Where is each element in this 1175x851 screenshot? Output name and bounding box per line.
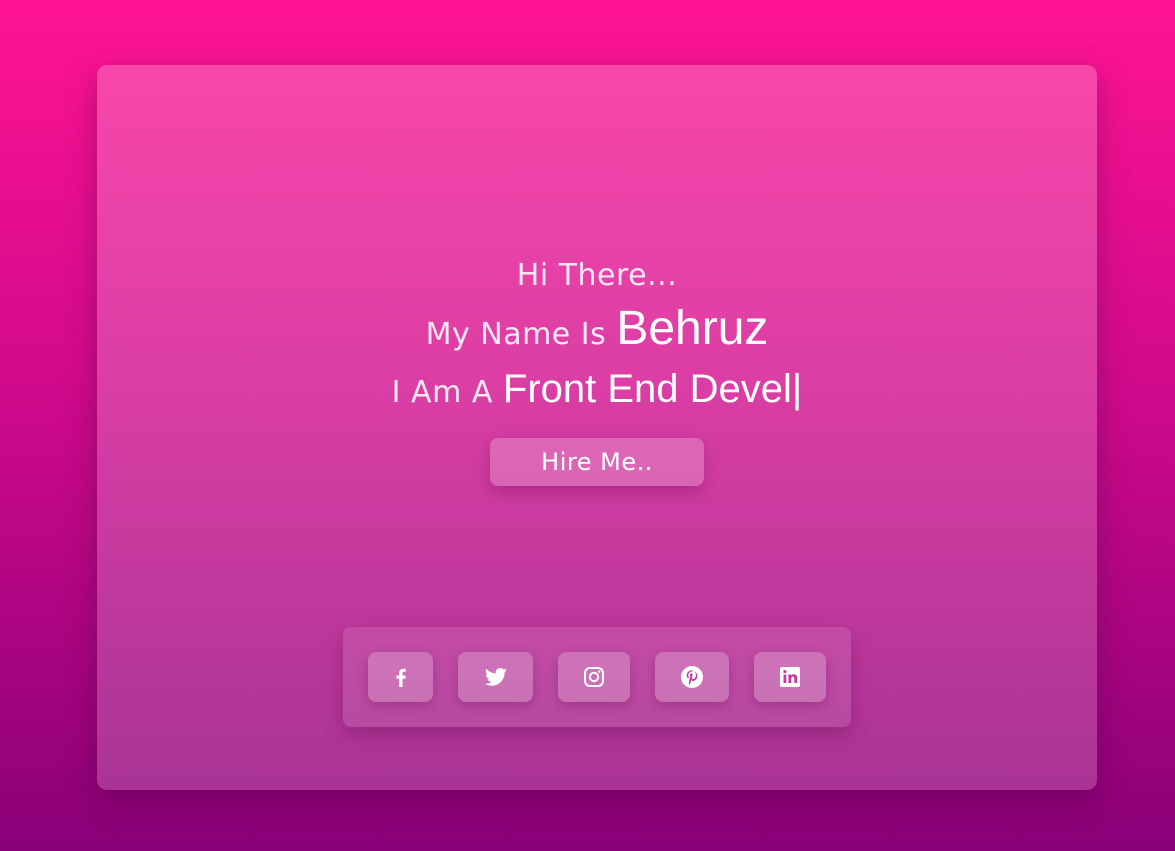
twitter-button[interactable]: [458, 652, 533, 702]
facebook-icon: [395, 668, 406, 687]
social-links-bar: [343, 627, 851, 727]
greeting-text: Hi There...: [97, 258, 1097, 293]
pinterest-icon: [681, 666, 703, 688]
instagram-button[interactable]: [558, 652, 630, 702]
instagram-icon: [584, 667, 604, 687]
role-prefix: I Am A: [391, 375, 493, 410]
hire-me-button[interactable]: Hire Me..: [490, 438, 704, 486]
typed-role-text: Front End Devel|: [502, 367, 803, 411]
hero-card: Hi There... My Name Is Behruz I Am A Fro…: [97, 65, 1097, 790]
twitter-icon: [484, 668, 507, 686]
name-line: My Name Is Behruz: [97, 301, 1097, 356]
facebook-button[interactable]: [368, 652, 433, 702]
name-prefix: My Name Is: [425, 317, 607, 352]
linkedin-icon: [780, 667, 800, 687]
role-line: I Am A Front End Devel|: [97, 367, 1097, 412]
linkedin-button[interactable]: [754, 652, 826, 702]
name-highlight: Behruz: [616, 302, 769, 355]
greeting-label: Hi There...: [516, 258, 678, 293]
pinterest-button[interactable]: [655, 652, 729, 702]
